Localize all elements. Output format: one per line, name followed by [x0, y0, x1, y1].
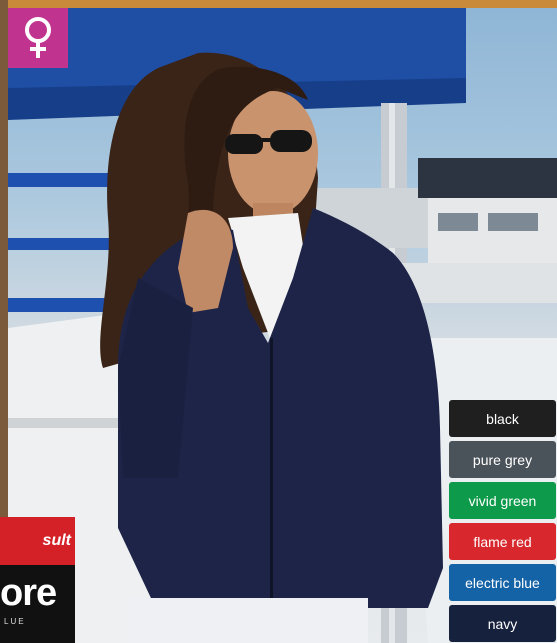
female-badge — [8, 8, 68, 68]
swatch-flame-red[interactable]: flame red — [449, 523, 556, 560]
swatch-navy[interactable]: navy — [449, 605, 556, 642]
swatch-vivid-green[interactable]: vivid green — [449, 482, 556, 519]
top-border-strip — [0, 0, 557, 8]
swatch-label: navy — [487, 615, 518, 632]
swatch-label: vivid green — [468, 492, 537, 509]
swatch-label: black — [486, 410, 519, 427]
swatch-label: pure grey — [472, 451, 533, 468]
swatch-electric-blue[interactable]: electric blue — [449, 564, 556, 601]
brand-logo: sult ore LUE — [0, 517, 75, 643]
brand-logo-top: sult — [0, 517, 75, 565]
swatch-pure-grey[interactable]: pure grey — [449, 441, 556, 478]
swatch-label: flame red — [473, 533, 532, 550]
brand-wordmark: ore — [0, 572, 57, 614]
swatch-black[interactable]: black — [449, 400, 556, 437]
brand-tagline: LUE — [4, 617, 26, 626]
swatch-label: electric blue — [465, 574, 540, 591]
brand-logo-bottom: ore LUE — [0, 565, 75, 643]
color-swatch-list: black pure grey vivid green flame red el… — [449, 400, 556, 643]
product-photo-frame: black pure grey vivid green flame red el… — [0, 0, 557, 643]
female-symbol-icon — [25, 17, 51, 58]
